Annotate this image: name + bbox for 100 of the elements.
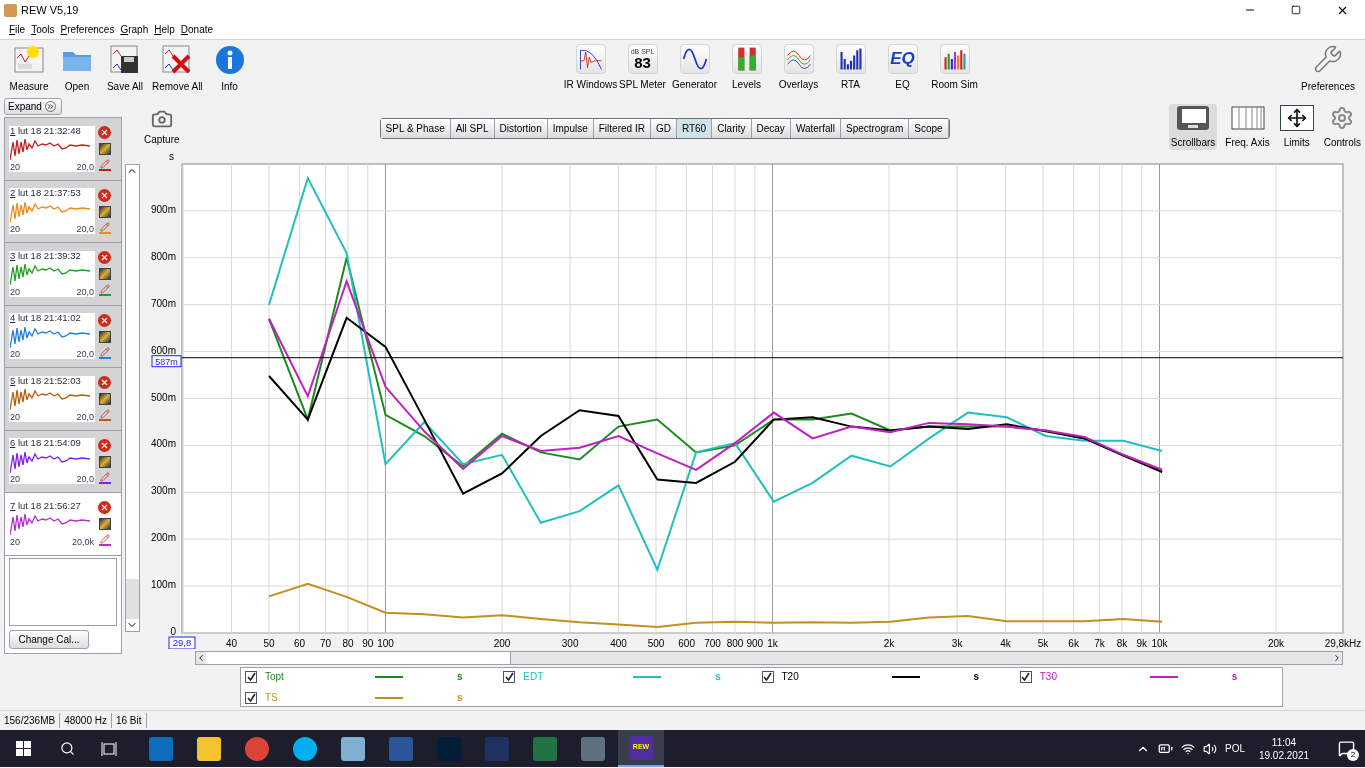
scroll-thumb[interactable]	[126, 579, 139, 619]
toolbar-button[interactable]: Room Sim	[929, 44, 980, 92]
camera-icon	[150, 108, 173, 130]
graph-control-button[interactable]: Scrollbars	[1168, 104, 1218, 150]
save-button[interactable]	[98, 143, 111, 156]
menu-item[interactable]: Preferences	[60, 22, 115, 37]
save-button[interactable]	[98, 455, 111, 468]
graph-control-button[interactable]: Controls	[1321, 104, 1363, 150]
graph-tab[interactable]: Scope	[909, 119, 949, 138]
toolbar-button[interactable]: Info	[206, 44, 253, 94]
x-tick-label: 900	[746, 638, 764, 649]
remove-button[interactable]	[98, 376, 111, 390]
toolbar-button[interactable]: Open	[54, 44, 100, 94]
graph-tab[interactable]: Clarity	[712, 119, 752, 138]
y-tick-label: 100m	[151, 579, 176, 591]
volume-icon[interactable]	[1203, 741, 1217, 756]
graph-tab[interactable]: Distortion	[494, 119, 548, 138]
checkbox[interactable]	[761, 670, 774, 683]
clock[interactable]: 11:04 19.02.2021	[1253, 735, 1315, 762]
graph-control-button[interactable]: Freq. Axis	[1223, 104, 1272, 150]
axis-max-label: 20,0	[76, 287, 94, 297]
x-tick-label: 400	[610, 638, 627, 649]
x-tick-label: 9k	[1136, 638, 1148, 649]
line-sample	[375, 696, 403, 699]
save-button[interactable]	[98, 268, 111, 281]
toolbar-button[interactable]: Overlays	[773, 44, 824, 92]
measurement-card[interactable]: 5 lut 18 21:52:03 20 20,0	[5, 368, 121, 431]
pencil-button[interactable]	[98, 471, 111, 484]
measurement-card[interactable]: 2 lut 18 21:37:53 20 20,0	[5, 180, 121, 243]
remove-button[interactable]	[98, 188, 111, 202]
pencil-button[interactable]	[98, 159, 111, 172]
graph-tab[interactable]: Waterfall	[790, 119, 841, 138]
save-button[interactable]	[98, 518, 111, 531]
toolbar-button[interactable]: IR Windows	[565, 44, 616, 92]
checkbox[interactable]	[245, 691, 257, 704]
scroll-thumb[interactable]	[206, 652, 511, 664]
save-button[interactable]	[98, 330, 111, 343]
expand-button[interactable]: Expand	[4, 98, 62, 115]
measurement-card[interactable]: 4 lut 18 21:41:02 20 20,0	[5, 305, 121, 368]
toolbar-button[interactable]: Preferences	[1301, 44, 1355, 94]
toolbar-button[interactable]: Measure	[6, 44, 52, 94]
pencil-button[interactable]	[98, 409, 111, 422]
save-button[interactable]	[98, 393, 111, 406]
graph-tab[interactable]: Filtered IR	[593, 119, 651, 138]
remove-button[interactable]	[98, 438, 111, 452]
measurement-card[interactable]: 1 lut 18 21:32:48 20 20,0	[5, 118, 121, 181]
language-indicator[interactable]: POL	[1225, 741, 1245, 756]
checkbox[interactable]	[245, 670, 257, 683]
y-tick-label: 500m	[151, 391, 176, 403]
measurement-card[interactable]: 3 lut 18 21:39:32 20 20,0	[5, 243, 121, 306]
vertical-scrollbar[interactable]	[125, 164, 140, 632]
series-name: T30	[1039, 670, 1058, 684]
toolbar-button[interactable]: Remove All	[150, 44, 205, 94]
measurement-card[interactable]: 7 lut 18 21:56:27 20 20,0k	[5, 493, 121, 556]
wifi-icon[interactable]	[1181, 741, 1195, 756]
menu-item[interactable]: Graph	[120, 22, 149, 37]
app-icon	[533, 736, 557, 761]
unit-label: s	[1231, 670, 1238, 684]
task-view-icon	[101, 741, 117, 756]
toolbar-button[interactable]: EQ EQ	[877, 44, 928, 92]
remove-button[interactable]	[98, 501, 111, 515]
graph-control-button[interactable]: Limits	[1277, 104, 1316, 150]
menu-item[interactable]: File	[9, 22, 26, 37]
toolbar-button[interactable]: Generator	[669, 44, 720, 92]
graph-tab[interactable]: GD	[650, 119, 677, 138]
toolbar-button[interactable]: Save All	[102, 44, 148, 94]
menu-item[interactable]: Help	[154, 22, 175, 37]
notes-field[interactable]	[9, 557, 117, 626]
graph-tab[interactable]: All SPL	[450, 119, 495, 138]
line-sample	[891, 675, 920, 678]
battery-icon[interactable]	[1158, 741, 1173, 756]
toolbar-button[interactable]: RTA	[825, 44, 876, 92]
menu-item[interactable]: Tools	[31, 22, 55, 37]
notifications-button[interactable]: 2	[1331, 730, 1361, 767]
x-tick-label: 4k	[1000, 638, 1011, 649]
cursor-value-label: 29,8	[168, 636, 196, 649]
checkbox[interactable]	[1019, 670, 1032, 683]
close-icon	[100, 128, 109, 138]
capture-button[interactable]: Capture	[144, 108, 180, 147]
checkbox[interactable]	[503, 670, 516, 683]
graph-tab[interactable]: RT60	[676, 119, 713, 138]
remove-button[interactable]	[98, 313, 111, 327]
cursor-line[interactable]	[181, 357, 1344, 359]
change-cal-button[interactable]: Change Cal...	[9, 629, 89, 649]
graph-tab[interactable]: Spectrogram	[840, 119, 910, 138]
pencil-button[interactable]	[98, 534, 111, 547]
horizontal-scrollbar[interactable]	[195, 651, 1343, 665]
limits-arrows-icon	[1279, 105, 1314, 131]
save-button[interactable]	[98, 205, 111, 218]
graph-tab[interactable]: Impulse	[547, 119, 594, 138]
graph-tab[interactable]: Decay	[751, 119, 791, 138]
graph-tab[interactable]: SPL & Phase	[380, 119, 451, 138]
series-name: Topt	[265, 670, 285, 684]
remove-button[interactable]	[98, 251, 111, 265]
menu-item[interactable]: Donate	[180, 22, 214, 37]
measurement-card[interactable]: 6 lut 18 21:54:09 20 20,0	[5, 430, 121, 493]
x-tick-label: 60	[294, 638, 306, 649]
x-tick-label: 10k	[1151, 638, 1168, 649]
toolbar-button[interactable]: Levels	[721, 44, 772, 92]
remove-button[interactable]	[98, 126, 111, 140]
